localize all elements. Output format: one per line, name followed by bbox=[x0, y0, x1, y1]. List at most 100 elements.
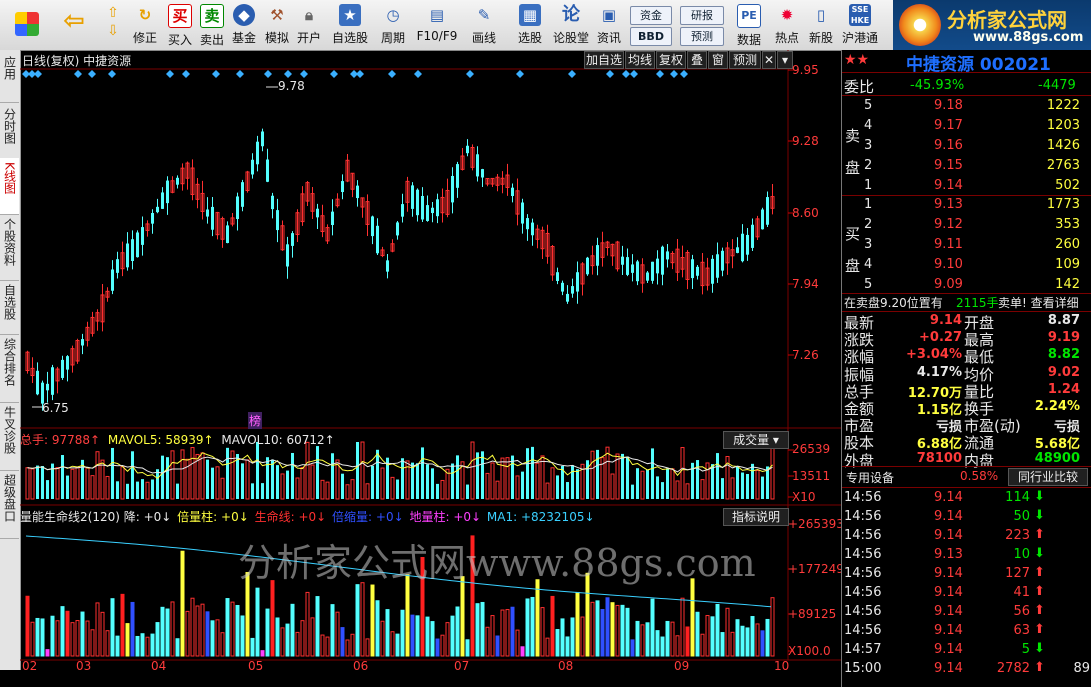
event-diamond[interactable] bbox=[568, 70, 576, 78]
event-diamond[interactable] bbox=[670, 70, 678, 78]
windows-grid-button[interactable] bbox=[10, 2, 44, 48]
level-number: 2 bbox=[864, 158, 873, 173]
indicator-bar bbox=[375, 600, 380, 657]
research-button[interactable]: 研报 bbox=[680, 6, 724, 25]
event-diamond[interactable] bbox=[630, 70, 638, 78]
event-diamond[interactable] bbox=[236, 70, 244, 78]
dragon-tiger-list-badge[interactable]: 榜 bbox=[248, 412, 263, 429]
sidebar-tab-watchlist[interactable]: 自选股 bbox=[0, 280, 19, 335]
tick-volume: 63 bbox=[1013, 623, 1030, 638]
sidebar-tab-apps[interactable]: 应用 bbox=[0, 52, 19, 103]
watchlist-button[interactable]: ★ 自选股 bbox=[330, 2, 370, 48]
event-diamond[interactable] bbox=[34, 70, 42, 78]
fix-button[interactable]: ↻ 修正 bbox=[130, 2, 160, 48]
window-button[interactable]: 窗 bbox=[708, 51, 728, 69]
event-diamond[interactable] bbox=[284, 70, 292, 78]
funds-button[interactable]: 资金 bbox=[630, 6, 672, 25]
news-button[interactable]: ▣ 资讯 bbox=[594, 2, 624, 48]
sell-row[interactable]: 4 9.17 1203 bbox=[842, 116, 1091, 136]
event-diamond[interactable] bbox=[388, 70, 396, 78]
indicator-help-button[interactable]: 指标说明 bbox=[723, 508, 789, 526]
month-label: 03 bbox=[76, 659, 92, 673]
sell-button[interactable]: 卖 卖出 bbox=[198, 2, 226, 48]
industry-compare-button[interactable]: 同行业比较 bbox=[1008, 468, 1088, 486]
hot-button[interactable]: ✹ 热点 bbox=[772, 2, 802, 48]
volume-indicator-button[interactable]: 成交量 ▾ bbox=[723, 431, 789, 449]
sidebar-tab-intraday[interactable]: 分时图 bbox=[0, 104, 19, 159]
order-ratio-pct: -45.93% bbox=[910, 78, 965, 93]
chart-close-icon[interactable]: ✕ bbox=[762, 51, 776, 69]
event-diamond[interactable] bbox=[680, 70, 688, 78]
event-diamond[interactable] bbox=[330, 70, 338, 78]
indicator-bar bbox=[715, 603, 720, 657]
event-diamond[interactable] bbox=[74, 70, 82, 78]
notice-detail-link[interactable]: 卖单! 查看详细 bbox=[998, 294, 1079, 311]
chart-menu-arrow-icon[interactable]: ▾ bbox=[777, 51, 793, 69]
buy-row[interactable]: 1 9.13 1773 bbox=[842, 195, 1091, 215]
event-diamond[interactable] bbox=[466, 70, 474, 78]
sidebar-tab-kline[interactable]: K线图 bbox=[0, 158, 19, 215]
event-diamond[interactable] bbox=[516, 70, 524, 78]
shrink-volume-bar bbox=[760, 630, 765, 657]
ma-button[interactable]: 均线 bbox=[625, 51, 655, 69]
forum-button[interactable]: 论 论股堂 bbox=[553, 2, 589, 48]
event-diamond[interactable] bbox=[182, 70, 190, 78]
buy-row[interactable]: 5 9.09 142 bbox=[842, 275, 1091, 295]
fund-button[interactable]: ◆ 基金 bbox=[230, 2, 258, 48]
low-volume-bar bbox=[45, 649, 50, 657]
order-notice[interactable]: 在卖盘9.20位置有 2115手 卖单! 查看详细 bbox=[842, 293, 1091, 311]
indicator-bar bbox=[485, 626, 490, 657]
event-diamond[interactable] bbox=[622, 70, 630, 78]
period-button[interactable]: ◷ 周期 bbox=[374, 2, 412, 48]
volume-legend-ma5: MAVOL5: 58939↑ bbox=[107, 433, 214, 447]
event-diamond[interactable] bbox=[606, 70, 614, 78]
stock-pick-button[interactable]: ▦ 选股 bbox=[510, 2, 550, 48]
candle-down bbox=[626, 257, 629, 275]
event-diamond[interactable] bbox=[356, 70, 364, 78]
overlay-button[interactable]: 叠 bbox=[687, 51, 707, 69]
bbd-button[interactable]: BBD bbox=[630, 27, 672, 46]
sell-row[interactable]: 3 9.16 1426 bbox=[842, 136, 1091, 156]
sell-row[interactable]: 5 9.18 1222 bbox=[842, 96, 1091, 116]
event-diamond[interactable] bbox=[656, 70, 664, 78]
simulate-label: 模拟 bbox=[264, 31, 289, 45]
open-account-button[interactable]: 🔒︎ 开户 bbox=[294, 2, 324, 48]
hk-connect-button[interactable]: SSE HKE 沪港通 bbox=[840, 2, 880, 48]
event-diamond[interactable] bbox=[108, 70, 116, 78]
candle-down bbox=[651, 261, 654, 281]
sidebar-tab-ranking[interactable]: 综合排名 bbox=[0, 334, 19, 403]
volume-bar-down bbox=[741, 472, 744, 499]
ipo-button[interactable]: ▯ 新股 bbox=[806, 2, 836, 48]
order-ratio-diff: -4479 bbox=[1038, 78, 1076, 93]
forecast-button[interactable]: 预测 bbox=[680, 27, 724, 46]
candle-down bbox=[111, 269, 114, 291]
up-down-button[interactable]: ⇧ ⇩ bbox=[98, 2, 128, 48]
candle-down bbox=[696, 266, 699, 276]
buy-button[interactable]: 买 买入 bbox=[166, 2, 194, 48]
sidebar-tab-level2[interactable]: 超级盘口 bbox=[0, 470, 19, 539]
draw-button[interactable]: ✎ 画线 bbox=[464, 2, 504, 48]
sidebar-tab-profile[interactable]: 个股资料 bbox=[0, 214, 19, 281]
sell-row[interactable]: 1 9.14 502 bbox=[842, 176, 1091, 196]
back-button[interactable]: ⇦ bbox=[58, 2, 90, 48]
event-diamond[interactable] bbox=[264, 70, 272, 78]
event-diamond[interactable] bbox=[414, 70, 422, 78]
adjust-button[interactable]: 复权 bbox=[656, 51, 686, 69]
event-diamond[interactable] bbox=[166, 70, 174, 78]
data-button[interactable]: PE 数据 bbox=[730, 2, 768, 48]
event-diamond[interactable] bbox=[88, 70, 96, 78]
event-diamond[interactable] bbox=[300, 70, 308, 78]
forecast-chart-button[interactable]: 预测 bbox=[729, 51, 761, 69]
add-watchlist-button[interactable]: 加自选 bbox=[584, 51, 624, 69]
event-diamond[interactable] bbox=[212, 70, 220, 78]
f10-button[interactable]: ▤ F10/F9 bbox=[416, 2, 458, 48]
buy-row[interactable]: 3 9.11 260 bbox=[842, 235, 1091, 255]
favorite-stars-icon[interactable]: ★★ bbox=[844, 52, 869, 68]
sidebar-tab-diagnosis[interactable]: 牛叉诊股 bbox=[0, 402, 19, 471]
buy-row[interactable]: 4 9.10 109 bbox=[842, 255, 1091, 275]
buy-row[interactable]: 2 9.12 353 bbox=[842, 215, 1091, 235]
kline-chart-area[interactable]: 日线(复权) 中捷资源 加自选 均线 复权 叠 窗 预测 ✕ ▾ 9.95 9.… bbox=[20, 50, 844, 677]
simulate-button[interactable]: ⚒ 模拟 bbox=[262, 2, 292, 48]
volume-bars bbox=[25, 441, 775, 500]
sell-row[interactable]: 2 9.15 2763 bbox=[842, 156, 1091, 176]
